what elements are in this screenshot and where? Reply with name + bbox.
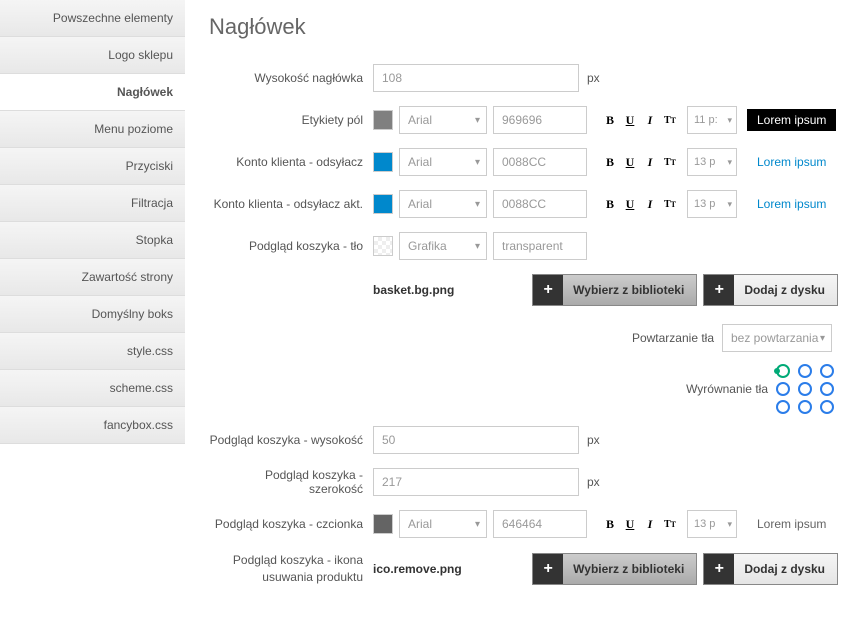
select-account-font[interactable]: Arial: [399, 148, 487, 176]
align-tr[interactable]: [820, 364, 834, 378]
icon-filename: ico.remove.png: [373, 562, 526, 576]
select-labels-size[interactable]: 11 p:: [687, 106, 737, 134]
label-account: Konto klienta - odsyłacz: [209, 155, 373, 169]
nav-item-fancybox[interactable]: fancybox.css: [0, 407, 185, 444]
textsize-button[interactable]: TT: [661, 515, 679, 533]
underline-button[interactable]: U: [621, 111, 639, 129]
input-height[interactable]: [373, 64, 579, 92]
nav-item-logo[interactable]: Logo sklepu: [0, 37, 185, 74]
align-bc[interactable]: [798, 400, 812, 414]
nav-item-scheme[interactable]: scheme.css: [0, 370, 185, 407]
italic-button[interactable]: I: [641, 515, 659, 533]
label-basket-w: Podgląd koszyka - szerokość: [209, 468, 373, 496]
format-group-basket: B U I TT: [601, 515, 679, 533]
format-group-labels: B U I TT: [601, 111, 679, 129]
sidebar: Powszechne elementy Logo sklepu Nagłówek…: [0, 0, 185, 624]
textsize-button[interactable]: TT: [661, 153, 679, 171]
nav-item-stopka[interactable]: Stopka: [0, 222, 185, 259]
nav-item-przyciski[interactable]: Przyciski: [0, 148, 185, 185]
nav-item-powszechne[interactable]: Powszechne elementy: [0, 0, 185, 37]
align-bl[interactable]: [776, 400, 790, 414]
unit-px: px: [587, 433, 600, 447]
label-repeat: Powtarzanie tła: [632, 331, 714, 345]
align-tc[interactable]: [798, 364, 812, 378]
plus-icon: +: [704, 275, 734, 305]
format-group-account: B U I TT: [601, 153, 679, 171]
bold-button[interactable]: B: [601, 515, 619, 533]
bg-filename: basket.bg.png: [373, 283, 526, 297]
label-bg: Podgląd koszyka - tło: [209, 239, 373, 253]
label-basket-font: Podgląd koszyka - czcionka: [209, 517, 373, 531]
swatch-account-act[interactable]: [373, 194, 393, 214]
bold-button[interactable]: B: [601, 111, 619, 129]
select-repeat[interactable]: bez powtarzania: [722, 324, 832, 352]
input-basket-h[interactable]: [373, 426, 579, 454]
textsize-button[interactable]: TT: [661, 195, 679, 213]
plus-icon: +: [533, 275, 563, 305]
align-tl[interactable]: [776, 364, 790, 378]
bold-button[interactable]: B: [601, 195, 619, 213]
nav-item-filtracja[interactable]: Filtracja: [0, 185, 185, 222]
select-bg-type[interactable]: Grafika: [399, 232, 487, 260]
select-basket-font[interactable]: Arial: [399, 510, 487, 538]
plus-icon: +: [533, 554, 563, 584]
select-account-size[interactable]: 13 p: [687, 148, 737, 176]
main-panel: Nagłówek Wysokość nagłówka px Etykiety p…: [185, 0, 858, 624]
format-group-account-act: B U I TT: [601, 195, 679, 213]
bold-button[interactable]: B: [601, 153, 619, 171]
select-basket-size[interactable]: 13 p: [687, 510, 737, 538]
input-account-act-hex[interactable]: [493, 190, 587, 218]
plus-icon: +: [704, 554, 734, 584]
btn-choose-library[interactable]: +Wybierz z biblioteki: [532, 274, 697, 306]
italic-button[interactable]: I: [641, 111, 659, 129]
nav-item-style[interactable]: style.css: [0, 333, 185, 370]
page-title: Nagłówek: [209, 14, 838, 40]
preview-labels: Lorem ipsum: [747, 109, 836, 131]
unit-px: px: [587, 71, 600, 85]
btn-choose-library-2[interactable]: +Wybierz z biblioteki: [532, 553, 697, 585]
unit-px: px: [587, 475, 600, 489]
label-align: Wyrównanie tła: [686, 382, 768, 396]
swatch-basket[interactable]: [373, 514, 393, 534]
align-mr[interactable]: [820, 382, 834, 396]
input-labels-hex[interactable]: [493, 106, 587, 134]
input-account-hex[interactable]: [493, 148, 587, 176]
select-account-act-font[interactable]: Arial: [399, 190, 487, 218]
label-height: Wysokość nagłówka: [209, 71, 373, 85]
input-basket-hex[interactable]: [493, 510, 587, 538]
select-account-act-size[interactable]: 13 p: [687, 190, 737, 218]
align-grid: [776, 364, 838, 414]
input-bg-hex[interactable]: [493, 232, 587, 260]
input-basket-w[interactable]: [373, 468, 579, 496]
btn-add-disk[interactable]: +Dodaj z dysku: [703, 274, 838, 306]
nav-item-menu[interactable]: Menu poziome: [0, 111, 185, 148]
btn-add-disk-2[interactable]: +Dodaj z dysku: [703, 553, 838, 585]
underline-button[interactable]: U: [621, 515, 639, 533]
align-mc[interactable]: [798, 382, 812, 396]
underline-button[interactable]: U: [621, 153, 639, 171]
swatch-account[interactable]: [373, 152, 393, 172]
preview-account-act: Lorem ipsum: [747, 193, 836, 215]
align-br[interactable]: [820, 400, 834, 414]
preview-basket: Lorem ipsum: [747, 513, 836, 535]
label-icon: Podgląd koszyka - ikona usuwania produkt…: [209, 552, 373, 586]
nav-item-zawartosc[interactable]: Zawartość strony: [0, 259, 185, 296]
label-fields: Etykiety pól: [209, 113, 373, 127]
swatch-labels[interactable]: [373, 110, 393, 130]
underline-button[interactable]: U: [621, 195, 639, 213]
swatch-bg[interactable]: [373, 236, 393, 256]
italic-button[interactable]: I: [641, 153, 659, 171]
textsize-button[interactable]: TT: [661, 111, 679, 129]
nav-item-naglowek[interactable]: Nagłówek: [0, 74, 185, 111]
preview-account: Lorem ipsum: [747, 151, 836, 173]
select-labels-font[interactable]: Arial: [399, 106, 487, 134]
nav-item-boks[interactable]: Domyślny boks: [0, 296, 185, 333]
align-ml[interactable]: [776, 382, 790, 396]
italic-button[interactable]: I: [641, 195, 659, 213]
label-account-act: Konto klienta - odsyłacz akt.: [209, 197, 373, 211]
label-basket-h: Podgląd koszyka - wysokość: [209, 433, 373, 447]
